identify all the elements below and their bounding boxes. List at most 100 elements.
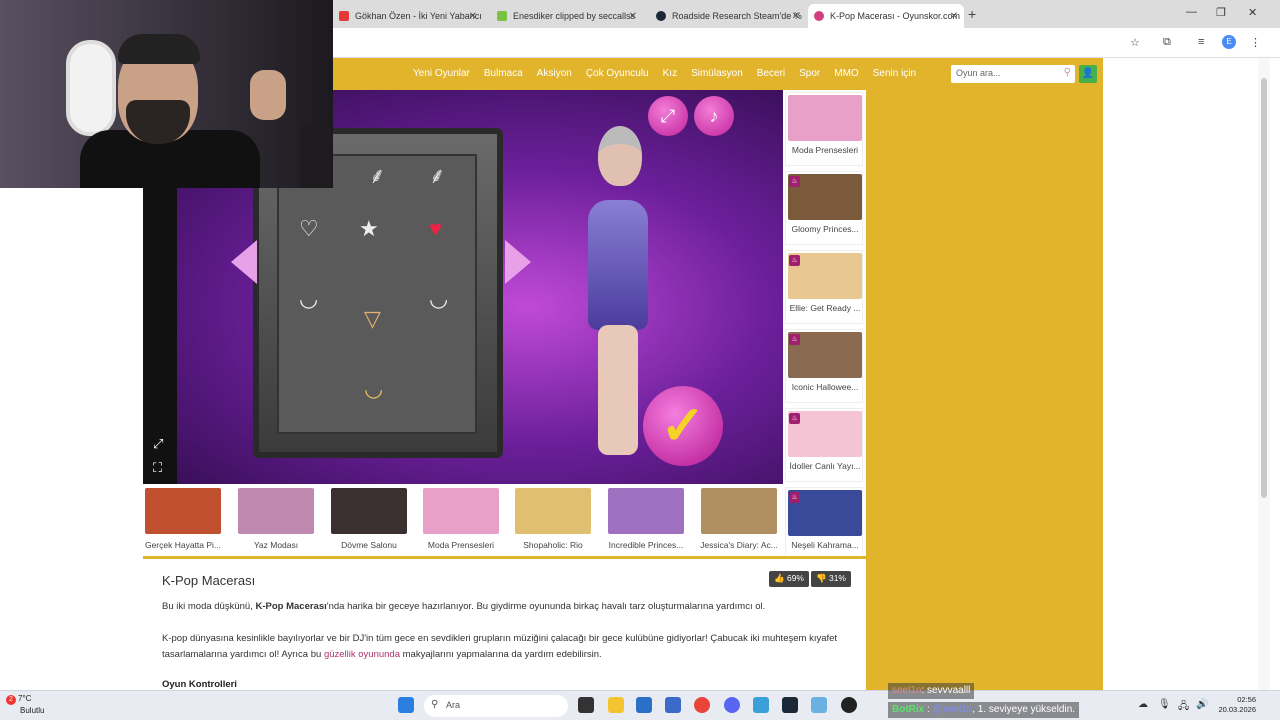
search-input[interactable]: Oyun ara... ⚲ [951,65,1075,83]
chrome-icon[interactable] [694,697,710,713]
windows-start-icon[interactable] [398,697,414,713]
taskbar-search[interactable]: ⚲ Ara [424,695,568,717]
nav-simulasyon[interactable]: Simülasyon [691,68,743,79]
app-icon[interactable] [753,697,769,713]
checkmark-icon[interactable]: ✓ [643,386,723,466]
new-tab-button[interactable]: + [968,6,976,22]
necklace-item[interactable]: ◡ [364,376,383,402]
obs-icon[interactable] [841,697,857,713]
search-icon[interactable]: ⚲ [1064,67,1071,78]
nav-bulmaca[interactable]: Bulmaca [484,68,523,79]
bottom-game-card[interactable]: Jessica's Diary: Ac... [693,486,781,554]
fullscreen-game-icon[interactable]: ⤢ [648,96,688,136]
expand-icon[interactable]: ⤢ [153,436,163,452]
menu-icon[interactable]: ⋮ [1250,36,1261,49]
discord-icon[interactable] [724,697,740,713]
bottom-game-card[interactable]: Moda Prensesleri [415,486,503,554]
nav-senin-icin[interactable]: Senin için [873,68,916,79]
bottom-game-card[interactable]: Dövme Salonu [323,486,411,554]
taskbar-search-label: Ara [446,700,461,710]
maximize-icon[interactable]: ❐ [1216,6,1226,19]
close-icon[interactable]: ✕ [950,11,958,22]
controls-heading: Oyun Kontrolleri [162,679,237,690]
game-info-panel: K-Pop Macerası 👍 69% 👎 31% Bu iki moda d… [143,556,866,690]
task-view-icon[interactable] [578,697,594,713]
beauty-games-link[interactable]: güzellik oyununda [324,649,400,660]
star-icon[interactable]: ☆ [1130,36,1140,49]
scrollbar-thumb[interactable] [1261,78,1267,498]
streamer-hand [250,70,286,120]
app-icon[interactable] [811,697,827,713]
close-window-icon[interactable]: ✕ [1248,6,1257,19]
nav-cok-oyunculu[interactable]: Çok Oyunculu [586,68,649,79]
fullscreen-icon[interactable]: ⛶ [153,460,162,476]
notification-badge: 2 [6,695,16,705]
chat-text: : sevvvaalll [921,685,971,696]
game-label: Yaz Modası [253,540,299,550]
nav-aksiyon[interactable]: Aksiyon [537,68,572,79]
bottom-game-card[interactable]: Yaz Modası [230,486,318,554]
tab-steam[interactable]: Roadside Research Steam'de % ✕ [650,4,806,28]
side-game-card[interactable]: ♨ Iconic Hallowee... [785,329,863,403]
reading-list-icon[interactable]: ≡ [1198,36,1204,48]
necklace-item[interactable]: ◡ [299,286,318,312]
nav-yeni-oyunlar[interactable]: Yeni Oyunlar [413,68,470,79]
store-icon[interactable] [636,697,652,713]
dislike-button[interactable]: 👎 31% [811,571,851,587]
tab-title: Gökhan Özen - İki Yeni Yabancı [355,11,482,21]
side-game-card[interactable]: ♨ İdoller Canlı Yayı... [785,408,863,482]
youtube-icon [339,11,349,21]
steam-icon[interactable] [782,697,798,713]
app-icon[interactable] [665,697,681,713]
side-game-card[interactable]: ♨ Gloomy Princes... [785,171,863,245]
tab-kpop[interactable]: K-Pop Macerası - Oyunskor.com ✕ [808,4,964,28]
necklace-item[interactable]: ▽ [364,306,381,332]
like-button[interactable]: 👍 69% [769,571,809,587]
chat-username: BotRix [892,704,925,715]
earring-item[interactable]: ⸙ [369,160,386,190]
steam-icon [656,11,666,21]
file-explorer-icon[interactable] [608,697,624,713]
close-icon[interactable]: ✕ [792,11,800,22]
nav-spor[interactable]: Spor [799,68,820,79]
arrow-right-icon[interactable] [505,240,531,284]
tab-title: Roadside Research Steam'de % [672,11,802,21]
nav-mmo[interactable]: MMO [834,68,858,79]
bottom-game-card[interactable]: Shopaholic: Rio [507,486,595,554]
necklace-item[interactable]: ◡ [429,286,448,312]
page-scrollbar[interactable] [1258,58,1270,690]
bottom-game-card[interactable]: Gerçek Hayatta Pi... [137,486,225,554]
microphone [300,126,330,188]
game-label: Dövme Salonu [341,540,397,550]
earring-item[interactable]: ♡ [299,216,319,242]
tab-clips[interactable]: Enesdiker clipped by seccallss ✕ [491,4,643,28]
tab-youtube[interactable]: Gökhan Özen - İki Yeni Yabancı ✕ [333,4,483,28]
clips-icon [497,11,507,21]
earring-item[interactable]: ♥ [429,216,442,242]
weather-widget[interactable]: 2 7°C Bulutlu [6,693,44,716]
weather-condition: Bulutlu [20,706,45,715]
side-game-card[interactable]: ♨ Neşeli Kahrama... [785,487,863,561]
music-icon[interactable]: ♪ [694,96,734,136]
profile-avatar[interactable]: E [1222,35,1236,49]
arrow-left-icon[interactable] [231,240,257,284]
minimize-icon[interactable]: — [1186,6,1197,18]
game-label: Jessica's Diary: Ac... [700,540,778,550]
search-placeholder: Oyun ara... [956,68,1001,78]
side-game-card[interactable]: ♨ Ellie: Get Ready ... [785,250,863,324]
chat-message: BotRix : @seel1n, 1. seviyeye yükseldin. [888,702,1080,718]
game-label: İdoller Canlı Yayı... [789,461,861,471]
bottom-game-card[interactable]: Incredible Princes... [600,486,688,554]
close-icon[interactable]: ✕ [469,11,477,22]
earring-item[interactable]: ⸙ [429,160,446,190]
nav-beceri[interactable]: Beceri [757,68,785,79]
side-game-card[interactable]: Moda Prensesleri [785,92,863,166]
like-percent: 69% [786,573,804,583]
extensions-icon[interactable]: ⧉ [1163,36,1171,49]
hot-flame-icon: ♨ [789,413,800,424]
close-icon[interactable]: ✕ [629,11,637,22]
nav-kiz[interactable]: Kız [663,68,677,79]
user-icon[interactable]: 👤 [1079,65,1097,83]
earring-item[interactable]: ★ [359,216,379,242]
description-paragraph: K-pop dünyasına kesinlikle bayılıyorlar … [162,633,838,660]
